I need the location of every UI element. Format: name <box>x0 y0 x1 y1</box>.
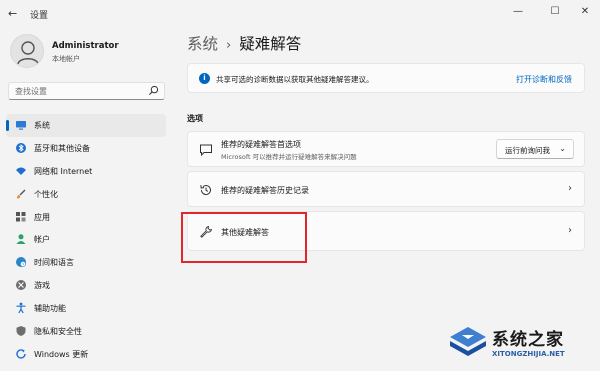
sidebar-item-label: 蓝牙和其他设备 <box>34 143 90 153</box>
chat-bubble-icon <box>200 144 212 157</box>
sidebar-item-personalization[interactable]: 个性化 <box>6 183 166 206</box>
account-type: 本地帐户 <box>52 55 80 63</box>
sidebar-item-bluetooth[interactable]: 蓝牙和其他设备 <box>6 137 166 160</box>
sidebar-item-gaming[interactable]: 游戏 <box>6 274 166 297</box>
avatar <box>10 34 44 68</box>
banner-text: 共享可选的诊断数据以获取其他疑难解答建议。 <box>216 75 374 84</box>
watermark-url: XITONGZHIJIA.NET <box>492 350 565 358</box>
sidebar-item-label: 个性化 <box>34 189 58 199</box>
breadcrumb-parent[interactable]: 系统 <box>187 35 218 53</box>
sidebar-item-accessibility[interactable]: 辅助功能 <box>6 297 166 320</box>
apps-icon <box>16 211 26 222</box>
sidebar-item-windows-update[interactable]: Windows 更新 <box>6 343 166 366</box>
troubleshooter-preferences-card: 推荐的疑难解答首选项 Microsoft 可以推荐并运行疑难解答来解决问题 运行… <box>187 131 585 167</box>
watermark-title: 系统之家 <box>492 330 564 350</box>
sidebar-item-label: 应用 <box>34 212 50 222</box>
bluetooth-icon <box>16 142 26 153</box>
sidebar-item-label: Windows 更新 <box>34 349 89 359</box>
card-title: 推荐的疑难解答历史记录 <box>221 186 309 195</box>
search-icon[interactable] <box>148 85 159 96</box>
watermark: 系统之家 XITONGZHIJIA.NET <box>448 321 596 367</box>
update-icon <box>16 349 26 359</box>
user-name: Administrator <box>52 41 119 51</box>
sidebar-item-label: 网络和 Internet <box>34 166 93 176</box>
sidebar-item-privacy[interactable]: 隐私和安全性 <box>6 320 166 343</box>
sidebar-item-label: 系统 <box>34 121 50 130</box>
back-arrow-icon[interactable]: ← <box>8 7 22 21</box>
user-profile[interactable]: Administrator 本地帐户 <box>10 34 170 74</box>
chevron-right-icon: › <box>568 183 572 194</box>
info-icon: i <box>199 73 210 84</box>
chevron-right-icon: › <box>568 225 572 236</box>
maximize-button[interactable]: ☐ <box>545 4 565 20</box>
sidebar-item-label: 帐户 <box>34 235 50 245</box>
sidebar-item-label: 游戏 <box>34 281 50 291</box>
sidebar-item-network[interactable]: 网络和 Internet <box>6 160 166 183</box>
sidebar-nav: 系统 蓝牙和其他设备 网络和 Internet 个性化 应用 帐户 时间和语言 … <box>6 114 166 366</box>
history-icon <box>200 185 211 196</box>
diagnostic-banner: i 共享可选的诊断数据以获取其他疑难解答建议。 打开诊断和反馈 <box>187 63 585 93</box>
page-title: 疑难解答 <box>239 35 302 53</box>
monitor-icon <box>16 121 26 130</box>
shield-icon <box>16 326 26 337</box>
accessibility-icon <box>16 302 26 314</box>
brush-icon <box>17 189 26 199</box>
sidebar-item-label: 隐私和安全性 <box>34 327 82 337</box>
person-icon <box>16 234 26 245</box>
preference-dropdown[interactable]: 运行前询问我 ⌄ <box>496 139 574 159</box>
sidebar-item-label: 时间和语言 <box>34 258 74 268</box>
xbox-icon <box>16 280 26 291</box>
sidebar-item-apps[interactable]: 应用 <box>6 206 166 229</box>
breadcrumb: 系统 › 疑难解答 <box>187 32 301 56</box>
person-avatar-icon <box>17 41 39 65</box>
open-diagnostics-link[interactable]: 打开诊断和反馈 <box>516 74 572 85</box>
card-title: 推荐的疑难解答首选项 <box>221 140 301 149</box>
wifi-icon <box>16 167 26 175</box>
dropdown-value: 运行前询问我 <box>505 146 550 155</box>
breadcrumb-separator: › <box>226 38 232 53</box>
search-placeholder: 查找设置 <box>15 87 47 96</box>
troubleshooter-history-card[interactable]: 推荐的疑难解答历史记录 › <box>187 171 585 207</box>
sidebar-item-system[interactable]: 系统 <box>6 114 166 137</box>
highlight-box <box>181 212 307 263</box>
title-bar: ← 设置 — ☐ ✕ <box>0 0 600 28</box>
app-title: 设置 <box>30 11 49 21</box>
chevron-down-icon: ⌄ <box>559 144 566 153</box>
search-input[interactable]: 查找设置 <box>8 82 165 100</box>
card-subtitle: Microsoft 可以推荐并运行疑难解答来解决问题 <box>221 153 357 161</box>
close-button[interactable]: ✕ <box>575 4 595 20</box>
sidebar-item-label: 辅助功能 <box>34 304 66 314</box>
sidebar-item-time-language[interactable]: 时间和语言 <box>6 251 166 274</box>
site-logo-icon <box>450 327 486 356</box>
globe-clock-icon <box>16 257 26 268</box>
section-title: 选项 <box>187 114 203 123</box>
minimize-button[interactable]: — <box>508 4 528 20</box>
sidebar-item-accounts[interactable]: 帐户 <box>6 228 166 251</box>
